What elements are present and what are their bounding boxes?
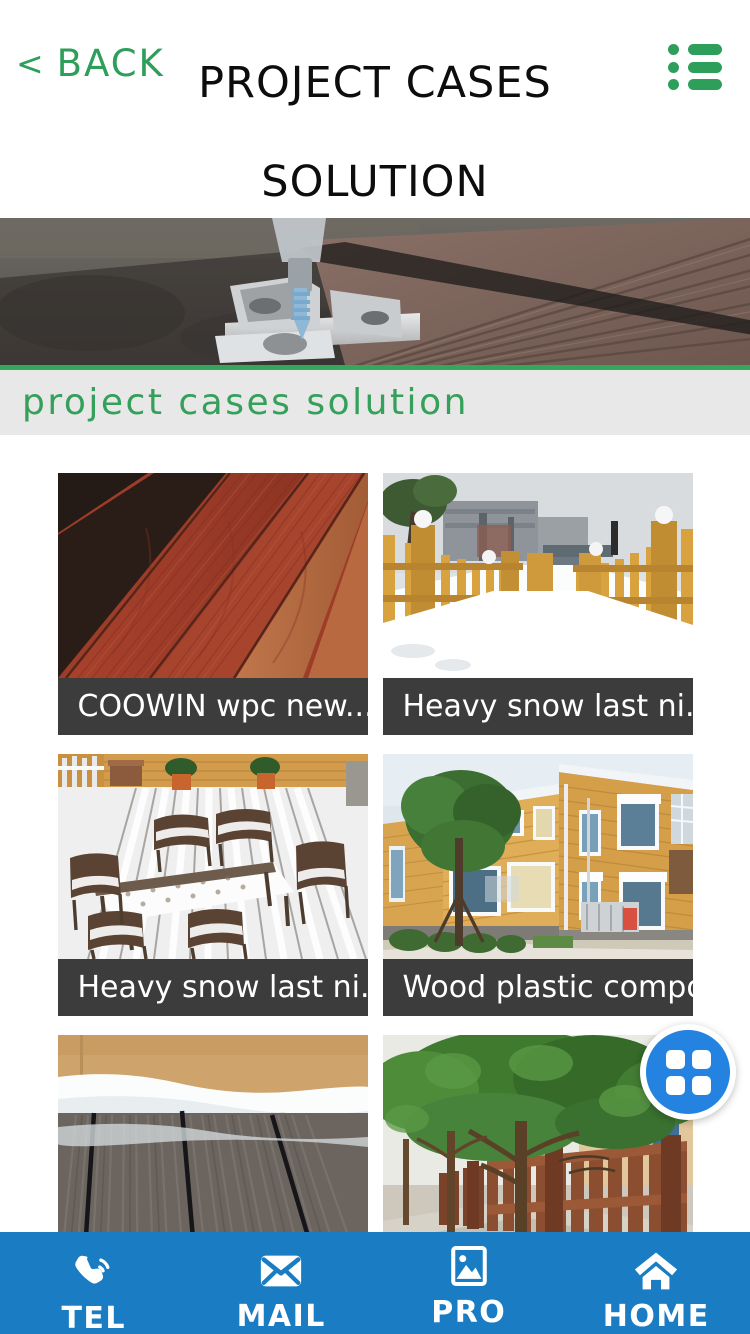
image-icon — [447, 1240, 491, 1292]
case-card-title: Heavy snow last ni... — [382, 678, 693, 735]
envelope-icon — [258, 1246, 304, 1296]
menu-dot — [668, 79, 679, 90]
case-card[interactable]: Heavy snow last ni... — [57, 754, 368, 1016]
page-header: < BACK PROJECT CASES SOLUTION — [0, 0, 750, 218]
back-button[interactable]: < BACK — [16, 42, 165, 85]
case-thumbnail — [382, 754, 693, 959]
section-header: project cases solution — [0, 370, 750, 435]
nav-label-pro: PRO — [431, 1295, 507, 1330]
page-title-line1: PROJECT CASES — [198, 58, 552, 108]
nav-label-mail: MAIL — [236, 1299, 326, 1334]
grid-squares-icon — [665, 1049, 711, 1095]
mobile-page: < BACK PROJECT CASES SOLUTION project ca… — [0, 0, 750, 1334]
nav-label-home: HOME — [602, 1299, 710, 1334]
case-thumbnail — [57, 1035, 368, 1263]
case-card[interactable]: COOWIN wpc new... — [57, 473, 368, 735]
case-card[interactable] — [57, 1035, 368, 1263]
grid-view-fab[interactable] — [640, 1024, 736, 1120]
nav-item-mail[interactable]: MAIL — [188, 1232, 376, 1334]
home-icon — [632, 1246, 680, 1296]
case-thumbnail — [57, 754, 368, 959]
nav-label-tel: TEL — [61, 1301, 127, 1334]
case-card[interactable]: Wood plastic compo... — [382, 754, 693, 1016]
page-title: PROJECT CASES SOLUTION — [150, 34, 600, 232]
case-card[interactable]: Heavy snow last ni... — [382, 473, 693, 735]
back-button-label: BACK — [56, 42, 165, 85]
case-card-title: COOWIN wpc new... — [57, 678, 368, 735]
phone-icon — [71, 1252, 117, 1298]
menu-dot — [668, 61, 679, 73]
fab-square — [665, 1075, 685, 1095]
list-menu-icon[interactable] — [668, 44, 722, 90]
section-title: project cases solution — [22, 382, 469, 423]
menu-row — [668, 44, 722, 55]
case-thumbnail — [57, 473, 368, 678]
fab-square — [691, 1075, 711, 1095]
menu-bar — [688, 61, 722, 73]
menu-row — [668, 61, 722, 73]
menu-row — [668, 79, 722, 90]
case-card-title: Heavy snow last ni... — [57, 959, 368, 1016]
page-title-line2: SOLUTION — [261, 157, 489, 207]
fab-square — [691, 1049, 711, 1069]
fab-square — [665, 1049, 685, 1069]
banner-image — [0, 218, 750, 365]
bottom-navigation: TEL MAIL PRO HOME — [0, 1232, 750, 1334]
menu-bar — [688, 44, 722, 55]
case-thumbnail — [382, 473, 693, 678]
case-grid: COOWIN wpc new... Heavy snow last ni... … — [0, 473, 750, 1263]
menu-bar — [688, 79, 722, 90]
nav-item-home[interactable]: HOME — [563, 1232, 750, 1334]
chevron-left-icon: < — [16, 44, 46, 83]
nav-item-pro[interactable]: PRO — [375, 1232, 563, 1334]
nav-item-tel[interactable]: TEL — [0, 1232, 188, 1334]
menu-dot — [668, 44, 679, 55]
case-card-title: Wood plastic compo... — [382, 959, 693, 1016]
